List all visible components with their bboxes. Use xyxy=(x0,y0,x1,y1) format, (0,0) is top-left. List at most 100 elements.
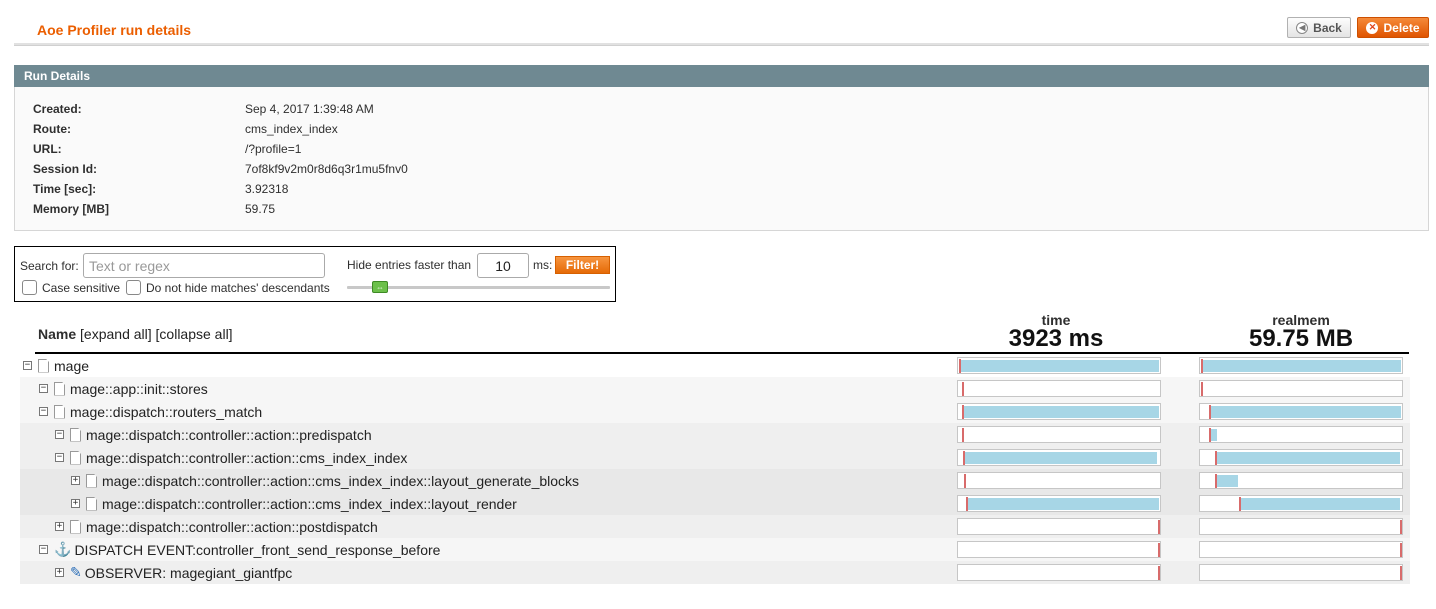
tree-row-label: + mage::dispatch::controller::action::cms… xyxy=(71,469,579,492)
mem-bar xyxy=(1199,380,1403,397)
hide-threshold-input[interactable] xyxy=(477,253,529,278)
mem-bar-fill xyxy=(1240,498,1400,510)
filter-button[interactable]: Filter! xyxy=(555,256,610,274)
tree-node-name[interactable]: mage::dispatch::controller::action::pred… xyxy=(86,427,372,443)
tree-node-name[interactable]: mage::app::init::stores xyxy=(70,381,208,397)
file-icon xyxy=(54,381,65,396)
mem-bar xyxy=(1199,518,1403,535)
collapse-toggle-icon[interactable]: − xyxy=(39,545,48,554)
search-label: Search for: xyxy=(20,259,79,273)
anchor-icon: ⚓ xyxy=(54,541,72,557)
tree-row: − mage xyxy=(20,354,1410,377)
run-details-panel: Created: Sep 4, 2017 1:39:48 AM Route: cms_… xyxy=(14,87,1429,231)
page-title: Aoe Profiler run details xyxy=(37,22,192,38)
detail-label: Created: xyxy=(33,102,82,116)
detail-value: cms_index_index xyxy=(245,122,338,136)
mem-bar-fill xyxy=(1216,475,1238,487)
filter-panel: Search for: Hide entries faster than ms:… xyxy=(14,246,616,302)
title-divider xyxy=(14,43,1429,46)
file-icon xyxy=(54,404,65,419)
detail-value: /?profile=1 xyxy=(245,142,302,156)
tree-row: + ✎ OBSERVER: magegiant_giantfpc xyxy=(20,561,1410,584)
descendants-checkbox[interactable] xyxy=(126,280,141,295)
tree-node-name[interactable]: mage::dispatch::controller::action::cms_… xyxy=(102,496,517,512)
expand-toggle-icon[interactable]: + xyxy=(71,476,80,485)
mem-bar xyxy=(1199,403,1403,420)
detail-label: Route: xyxy=(33,122,71,136)
mem-bar xyxy=(1199,426,1403,443)
collapse-toggle-icon[interactable]: − xyxy=(39,407,48,416)
tree-row: − mage::dispatch::routers_match xyxy=(20,400,1410,423)
mem-bar-start-marker xyxy=(1209,405,1211,419)
time-bar xyxy=(957,541,1161,558)
back-button-label: Back xyxy=(1313,20,1342,35)
time-bar xyxy=(957,495,1161,512)
time-total: 3923 ms xyxy=(1008,325,1104,352)
time-bar-start-marker xyxy=(966,497,968,511)
mem-bar xyxy=(1199,449,1403,466)
collapse-toggle-icon[interactable]: − xyxy=(55,430,64,439)
tree-row-label: + ✎ OBSERVER: magegiant_giantfpc xyxy=(55,561,292,584)
expand-toggle-icon[interactable]: + xyxy=(55,568,64,577)
mem-bar-fill xyxy=(1216,452,1400,464)
time-bar xyxy=(957,518,1161,535)
case-sensitive-checkbox[interactable] xyxy=(22,280,37,295)
mem-bar-start-marker xyxy=(1239,497,1241,511)
collapse-all-link[interactable]: [collapse all] xyxy=(156,326,233,342)
tree-node-name[interactable]: mage::dispatch::controller::action::cms_… xyxy=(86,450,407,466)
mem-bar xyxy=(1199,564,1403,581)
tree-name-header: Name [expand all] [collapse all] xyxy=(38,326,233,342)
tree-node-name[interactable]: mage::dispatch::controller::action::cms_… xyxy=(102,473,579,489)
mem-total: 59.75 MB xyxy=(1248,325,1354,352)
pin-icon: ✎ xyxy=(70,564,82,580)
mem-bar-start-marker xyxy=(1400,566,1402,580)
expand-toggle-icon[interactable]: + xyxy=(55,522,64,531)
time-bar xyxy=(957,564,1161,581)
file-icon xyxy=(86,496,97,511)
tree-row-label: − mage::dispatch::controller::action::cms… xyxy=(55,446,407,469)
mem-bar-fill xyxy=(1210,429,1217,441)
tree-row: − mage::dispatch::controller::action::cms… xyxy=(20,446,1410,469)
time-bar xyxy=(957,449,1161,466)
tree-node-name[interactable]: DISPATCH EVENT:controller_front_send_res… xyxy=(74,542,440,558)
back-button[interactable]: ◀ Back xyxy=(1287,17,1351,38)
mem-bar-start-marker xyxy=(1209,428,1211,442)
tree-node-name[interactable]: mage xyxy=(54,358,89,374)
tree-row: + mage::dispatch::controller::action::pos… xyxy=(20,515,1410,538)
time-bar xyxy=(957,472,1161,489)
hide-entries-label: Hide entries faster than xyxy=(347,258,472,272)
file-icon xyxy=(38,358,49,373)
time-bar xyxy=(957,403,1161,420)
tree-row-label: − mage xyxy=(23,354,89,377)
file-icon xyxy=(70,450,81,465)
tree-row-label: − mage::dispatch::routers_match xyxy=(39,400,262,423)
mem-bar-start-marker xyxy=(1215,474,1217,488)
mem-bar-fill xyxy=(1202,360,1401,372)
time-bar-start-marker xyxy=(962,428,964,442)
collapse-toggle-icon[interactable]: − xyxy=(23,361,32,370)
collapse-toggle-icon[interactable]: − xyxy=(39,384,48,393)
expand-toggle-icon[interactable]: + xyxy=(71,499,80,508)
delete-button-label: Delete xyxy=(1383,20,1420,35)
delete-button[interactable]: ✕ Delete xyxy=(1357,17,1429,38)
collapse-toggle-icon[interactable]: − xyxy=(55,453,64,462)
detail-label: URL: xyxy=(33,142,62,156)
detail-label: Session Id: xyxy=(33,162,98,176)
tree-row-label: + mage::dispatch::controller::action::cms… xyxy=(71,492,517,515)
time-bar xyxy=(957,426,1161,443)
mem-bar-fill xyxy=(1210,406,1401,418)
tree-node-name[interactable]: mage::dispatch::routers_match xyxy=(70,404,262,420)
slider-handle-icon[interactable]: ⇔ xyxy=(372,281,388,293)
tree-node-name[interactable]: mage::dispatch::controller::action::post… xyxy=(86,519,378,535)
detail-value: Sep 4, 2017 1:39:48 AM xyxy=(245,102,374,116)
ms-label: ms: xyxy=(533,258,553,272)
mem-bar-start-marker xyxy=(1201,359,1203,373)
mem-bar xyxy=(1199,357,1403,374)
expand-all-link[interactable]: [expand all] xyxy=(80,326,152,342)
tree-node-name[interactable]: OBSERVER: magegiant_giantfpc xyxy=(85,565,293,581)
time-bar-fill xyxy=(960,360,1159,372)
search-input[interactable] xyxy=(83,253,325,278)
run-details-heading: Run Details xyxy=(14,65,1429,87)
tree-row: − mage::app::init::stores xyxy=(20,377,1410,400)
detail-value: 3.92318 xyxy=(245,182,289,196)
